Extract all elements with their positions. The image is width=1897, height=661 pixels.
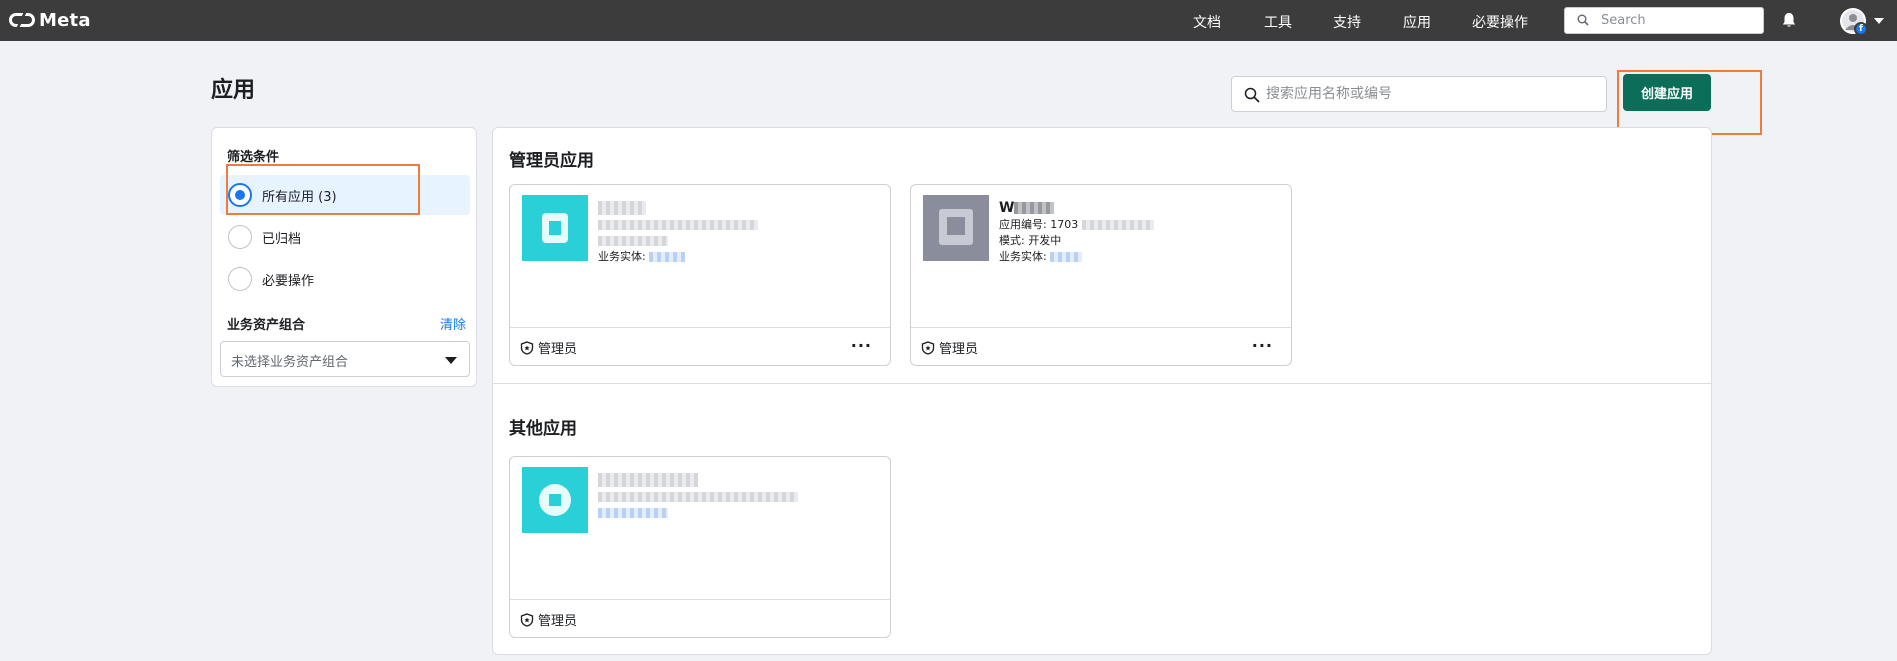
account-menu-chevron-down-icon[interactable]	[1874, 18, 1884, 24]
app-info: W 应用编号: 1703 模式: 开发中 业务实体:	[999, 199, 1154, 265]
business-label: 业务实体:	[598, 250, 646, 263]
radio-button[interactable]	[228, 225, 252, 249]
app-id-row: 应用编号: 1703	[999, 217, 1154, 233]
business-portfolio-select[interactable]: 未选择业务资产组合	[220, 341, 470, 377]
search-icon	[1244, 87, 1260, 103]
app-mode-row: 模式: 开发中	[999, 233, 1154, 249]
app-name-redacted	[598, 471, 798, 489]
section-title-other-apps: 其他应用	[509, 419, 577, 439]
filter-option-archived[interactable]: 已归档	[220, 217, 470, 257]
nav-apps[interactable]: 应用	[1403, 12, 1431, 32]
filter-option-label: 已归档	[262, 231, 302, 247]
role-badge: 管理员	[921, 338, 978, 357]
clear-filter-link[interactable]: 清除	[440, 314, 466, 333]
app-name-redacted	[598, 199, 758, 217]
role-badge: 管理员	[520, 610, 577, 629]
app-id-redacted	[598, 217, 758, 233]
role-badge: 管理员	[520, 338, 577, 357]
brand-name: Meta	[39, 9, 91, 31]
card-footer: 管理员	[510, 599, 890, 637]
section-divider	[493, 383, 1711, 384]
top-search-input[interactable]	[1601, 11, 1751, 30]
app-mode-redacted	[598, 233, 758, 249]
nav-tools[interactable]: 工具	[1264, 12, 1292, 32]
app-info	[598, 471, 798, 521]
app-business-row: 业务实体:	[598, 249, 758, 265]
app-id-redacted	[598, 489, 798, 505]
nav-docs[interactable]: 文档	[1193, 12, 1221, 32]
meta-logo[interactable]: Meta	[9, 9, 91, 31]
filter-option-label: 必要操作	[262, 273, 315, 289]
app-mode-label: 模式: 开发中	[999, 234, 1062, 247]
app-card[interactable]: W 应用编号: 1703 模式: 开发中 业务实体: 管理员 ···	[910, 184, 1292, 366]
radio-button[interactable]	[228, 267, 252, 291]
nav-support[interactable]: 支持	[1333, 12, 1361, 32]
shield-star-icon	[520, 340, 534, 355]
business-label: 业务实体:	[999, 250, 1047, 263]
filter-option-all-apps[interactable]: 所有应用 (3)	[220, 175, 470, 215]
top-search-box[interactable]	[1564, 7, 1764, 34]
section-title-admin-apps: 管理员应用	[509, 151, 594, 171]
filter-option-label: 所有应用 (3)	[262, 189, 337, 205]
facebook-badge-icon: f	[1854, 22, 1868, 36]
app-icon	[522, 467, 588, 533]
page-title: 应用	[211, 78, 256, 103]
app-business-row: 业务实体:	[999, 249, 1154, 265]
app-card[interactable]: 业务实体: 管理员 ···	[509, 184, 891, 366]
role-label: 管理员	[939, 342, 979, 357]
shield-star-icon	[520, 612, 534, 627]
role-label: 管理员	[538, 614, 578, 629]
chevron-down-icon	[445, 357, 457, 364]
app-card[interactable]: 管理员	[509, 456, 891, 638]
filter-panel: 筛选条件 所有应用 (3) 已归档 必要操作 业务资产组合 清除 未选择业务资产…	[211, 127, 477, 387]
nav-required-actions[interactable]: 必要操作	[1472, 12, 1528, 32]
app-icon	[923, 195, 989, 261]
more-options-icon[interactable]: ···	[851, 336, 872, 355]
more-options-icon[interactable]: ···	[1252, 336, 1273, 355]
filter-title: 筛选条件	[227, 150, 280, 165]
shield-star-icon	[921, 340, 935, 355]
app-icon	[522, 195, 588, 261]
meta-infinity-icon	[9, 13, 35, 27]
select-value: 未选择业务资产组合	[231, 355, 349, 370]
filter-option-required-actions[interactable]: 必要操作	[220, 259, 470, 299]
business-portfolio-label: 业务资产组合	[227, 318, 306, 333]
search-icon	[1577, 14, 1589, 26]
user-avatar[interactable]: f	[1840, 8, 1868, 36]
app-info: 业务实体:	[598, 199, 758, 265]
top-navigation-bar: Meta 文档 工具 支持 应用 必要操作 f	[0, 0, 1897, 41]
card-footer: 管理员 ···	[911, 327, 1291, 365]
notification-bell-icon[interactable]	[1780, 11, 1798, 29]
radio-button-selected[interactable]	[228, 183, 252, 207]
card-footer: 管理员 ···	[510, 327, 890, 365]
role-label: 管理员	[538, 342, 578, 357]
app-mode-redacted	[598, 505, 798, 521]
app-search-input[interactable]	[1266, 84, 1596, 104]
app-search-box[interactable]	[1231, 76, 1607, 112]
app-id-label: 应用编号: 1703	[999, 218, 1079, 231]
create-app-button[interactable]: 创建应用	[1623, 74, 1711, 111]
apps-panel: 管理员应用 业务实体: 管理员 ··· W 应用编号: 1703 模式: 开发中…	[492, 127, 1712, 655]
app-name: W	[999, 199, 1154, 217]
